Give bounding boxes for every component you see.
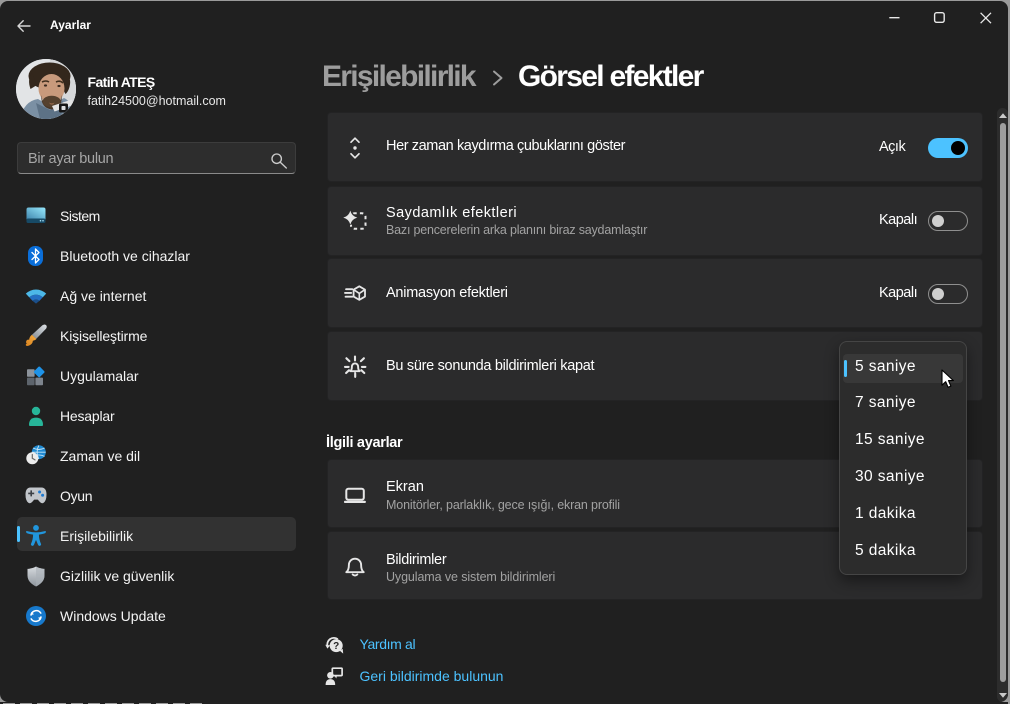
svg-text:?: ? — [333, 641, 339, 652]
